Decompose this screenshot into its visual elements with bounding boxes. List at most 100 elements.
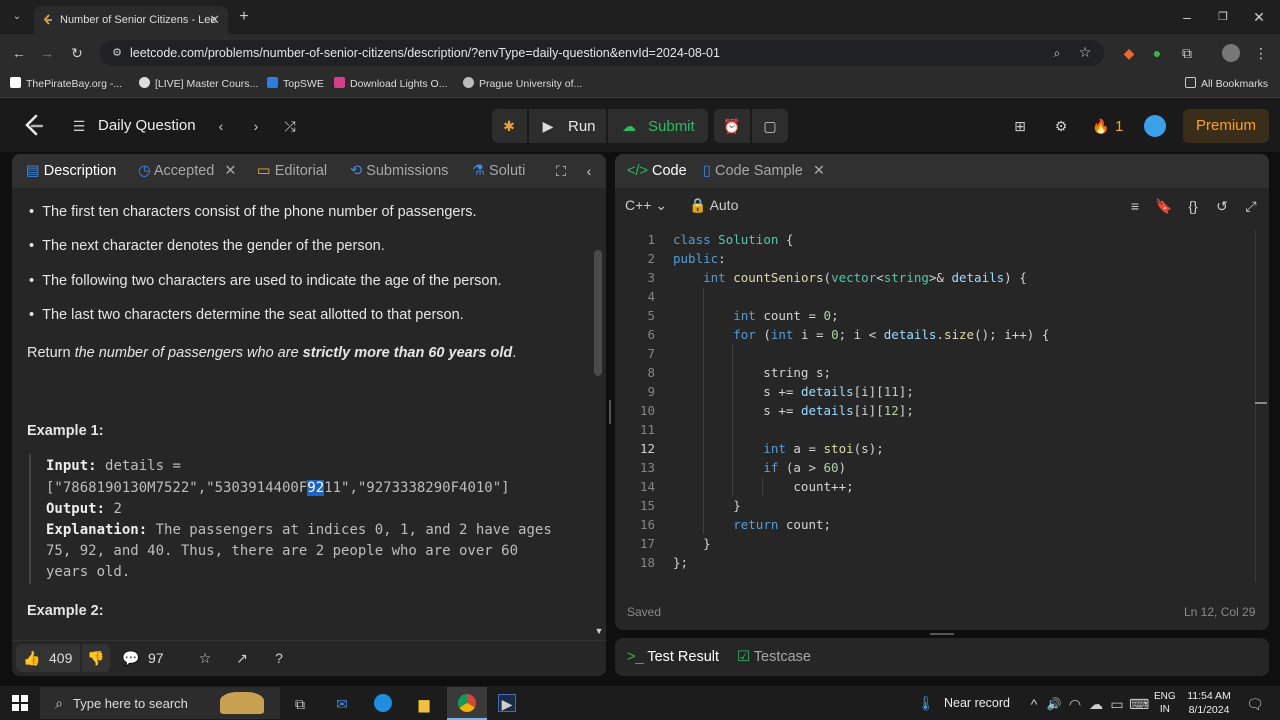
zoom-icon[interactable]: ⌕ — [1048, 44, 1066, 62]
keyboard-icon[interactable]: ⌨ — [1129, 695, 1149, 713]
format-icon[interactable]: ≡ — [1126, 197, 1144, 215]
extension-icon[interactable]: ◆ — [1120, 44, 1138, 62]
app-icon[interactable]: ▶ — [498, 694, 516, 712]
close-code-sample-icon[interactable]: ✕ — [813, 163, 825, 179]
book-icon: ▭ — [257, 163, 275, 179]
taskbar-search[interactable]: ⌕ Type here to search — [40, 687, 280, 719]
back-icon[interactable]: ← — [10, 44, 28, 62]
mail-icon[interactable]: ✉ — [333, 695, 351, 713]
bookmark-5[interactable]: Prague University of... — [463, 77, 582, 90]
expand-panel-icon[interactable]: ⛶ — [552, 162, 570, 180]
autocomplete-mode[interactable]: 🔒 Auto — [689, 197, 738, 214]
file-explorer-icon[interactable]: ▆ — [415, 695, 433, 713]
battery-icon[interactable]: ▭ — [1108, 695, 1126, 713]
new-tab-icon[interactable]: + — [235, 8, 253, 26]
bookmark-2[interactable]: [LIVE] Master Cours... — [139, 77, 258, 90]
next-problem-icon[interactable]: › — [247, 117, 265, 135]
tray-chevron-icon[interactable]: ^ — [1025, 695, 1043, 713]
address-bar[interactable]: ⚙ leetcode.com/problems/number-of-senior… — [100, 40, 1104, 66]
run-button[interactable]: ▶ Run — [529, 109, 606, 143]
braces-icon[interactable]: {} — [1184, 197, 1202, 215]
tab-description[interactable]: ▤ Description — [26, 163, 116, 179]
cloud-icon[interactable]: ☁ — [1087, 695, 1105, 713]
tab-editorial[interactable]: ▭ Editorial — [257, 163, 327, 179]
prev-problem-icon[interactable]: ‹ — [212, 117, 230, 135]
edge-icon[interactable] — [374, 694, 392, 712]
bookmark-3[interactable]: TopSWE — [267, 77, 324, 90]
bookmark-icon[interactable]: 🔖 — [1155, 197, 1173, 215]
code-icon: </> — [627, 163, 652, 179]
close-window-icon[interactable]: ✕ — [1250, 8, 1268, 26]
dislike-button[interactable]: 👎 — [82, 644, 110, 672]
code-line: 14 count++; — [639, 479, 854, 494]
chrome-icon — [458, 694, 476, 712]
lock-icon: 🔒 — [689, 197, 710, 213]
code-line: 10 s += details[i][12]; — [639, 403, 914, 418]
tab-code-sample[interactable]: ▯ Code Sample ✕ — [703, 163, 825, 179]
notifications-icon[interactable]: 🗨 — [1246, 695, 1264, 713]
debug-button[interactable]: ✱ — [492, 109, 527, 143]
tab-accepted[interactable]: ◷ Accepted ✕ — [138, 163, 237, 179]
code-editor[interactable]: 1 class Solution { 2 public: 3 int countSe… — [615, 230, 1255, 582]
tab-code[interactable]: </> Code — [627, 163, 687, 179]
bookmark-4[interactable]: Download Lights O... — [334, 77, 447, 90]
vertical-resize-handle[interactable] — [609, 400, 611, 424]
site-info-icon[interactable]: ⚙ — [108, 44, 126, 62]
user-avatar[interactable] — [1144, 115, 1166, 137]
test-result-tab[interactable]: >_ Test Result — [627, 649, 719, 665]
streak-fire-icon[interactable]: 🔥 — [1092, 117, 1110, 135]
task-view-icon[interactable]: ⧉ — [291, 695, 309, 713]
description-scrollbar[interactable] — [594, 250, 602, 376]
comment-icon[interactable]: 💬 — [122, 649, 140, 667]
language-indicator[interactable]: ENG IN — [1154, 690, 1176, 716]
windows-start-icon[interactable] — [12, 695, 28, 711]
all-bookmarks[interactable]: All Bookmarks — [1185, 77, 1268, 90]
reset-icon[interactable]: ↺ — [1213, 197, 1231, 215]
minimize-icon[interactable]: – — [1178, 8, 1196, 26]
forward-icon[interactable]: → — [38, 44, 56, 62]
weather-thermometer-icon[interactable]: 🌡 — [917, 694, 935, 712]
horizontal-resize-handle[interactable] — [930, 633, 954, 635]
volume-icon[interactable]: 🔊 — [1045, 695, 1063, 713]
collapse-panel-icon[interactable]: ‹ — [580, 162, 598, 180]
extension-green-icon[interactable]: ● — [1148, 44, 1166, 62]
browser-tab[interactable]: Number of Senior Citizens - Lee ✕ — [34, 6, 228, 34]
editor-scrollbar[interactable] — [1255, 230, 1256, 582]
layout-grid-icon[interactable]: ⊞ — [1011, 117, 1029, 135]
tab-solutions[interactable]: ⚗ Soluti — [472, 163, 525, 179]
testcase-tab[interactable]: ☑ Testcase — [737, 649, 811, 665]
reload-icon[interactable]: ↻ — [68, 44, 86, 62]
problem-list-icon[interactable]: ☰ — [70, 117, 88, 135]
profile-avatar-icon[interactable] — [1222, 44, 1240, 62]
submissions-icon: ⟲ — [350, 163, 367, 179]
browser-menu-icon[interactable]: ⋮ — [1252, 44, 1270, 62]
fullscreen-icon[interactable]: ⤢ — [1242, 197, 1260, 215]
notes-button[interactable]: ▢ — [752, 109, 788, 143]
share-icon[interactable]: ↗ — [233, 649, 251, 667]
bookmark-1[interactable]: ThePirateBay.org -... — [10, 77, 122, 90]
favorite-star-icon[interactable]: ☆ — [196, 649, 214, 667]
shuffle-icon[interactable]: ⤮ — [281, 117, 299, 135]
weather-text[interactable]: Near record — [944, 696, 1010, 710]
tab-submissions[interactable]: ⟲ Submissions — [350, 163, 448, 179]
maximize-icon[interactable]: ❐ — [1214, 8, 1232, 26]
scroll-down-icon[interactable]: ▼ — [590, 622, 606, 640]
like-button[interactable]: 👍 409 — [16, 644, 80, 672]
timer-button[interactable]: ⏰ — [714, 109, 750, 143]
premium-button[interactable]: Premium — [1183, 109, 1269, 143]
close-accepted-icon[interactable]: ✕ — [224, 163, 236, 179]
leetcode-logo-icon[interactable] — [22, 113, 46, 139]
wifi-icon[interactable]: ◠ — [1066, 695, 1084, 713]
chrome-taskbar-button[interactable] — [447, 687, 487, 720]
language-select[interactable]: C++ ⌄ — [625, 197, 667, 214]
bookmark-star-icon[interactable]: ☆ — [1076, 43, 1094, 61]
close-tab-icon[interactable]: ✕ — [209, 12, 220, 28]
extensions-puzzle-icon[interactable]: ⧉ — [1178, 44, 1196, 62]
system-clock[interactable]: 11:54 AM 8/1/2024 — [1182, 689, 1236, 717]
help-icon[interactable]: ? — [270, 649, 288, 667]
settings-gear-icon[interactable]: ⚙ — [1052, 117, 1070, 135]
daily-question-link[interactable]: Daily Question — [98, 117, 196, 134]
example-2-title: Example 2: — [27, 603, 104, 619]
submit-button[interactable]: ☁ Submit — [608, 109, 708, 143]
tab-search-icon[interactable]: ⌄ — [8, 8, 26, 26]
